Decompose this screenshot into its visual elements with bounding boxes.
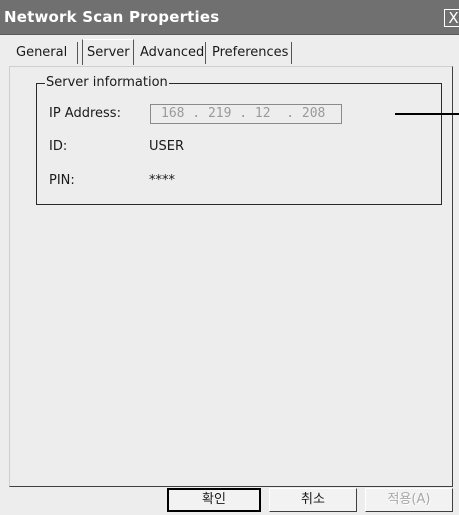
tab-panel-server: Server information IP Address: 168 . 219… <box>9 66 453 487</box>
id-label: ID: <box>49 139 68 154</box>
ip-address-field: 168 . 219 . 12 . 208 <box>150 104 342 124</box>
close-icon[interactable]: X <box>444 9 459 27</box>
tab-general[interactable]: General <box>12 42 78 64</box>
tab-preferences[interactable]: Preferences <box>208 42 292 64</box>
apply-button[interactable]: 적용(A) <box>365 488 453 512</box>
pin-value: **** <box>149 173 175 188</box>
callout-line <box>395 113 459 115</box>
server-information-group: Server information IP Address: 168 . 219… <box>36 75 442 205</box>
tab-advanced[interactable]: Advanced <box>136 42 206 64</box>
tab-server[interactable]: Server <box>82 39 134 65</box>
cancel-button[interactable]: 취소 <box>269 488 357 512</box>
dialog-button-bar: 확인 취소 적용(A) <box>9 487 453 515</box>
ok-button[interactable]: 확인 <box>167 488 261 512</box>
properties-dialog: Network Scan Properties X General Server… <box>0 0 459 515</box>
pin-label: PIN: <box>49 173 75 188</box>
group-title: Server information <box>45 75 169 91</box>
window-title: Network Scan Properties <box>4 8 220 26</box>
id-value: USER <box>149 139 185 154</box>
ip-address-label: IP Address: <box>49 106 121 121</box>
title-bar[interactable]: Network Scan Properties X <box>0 0 459 35</box>
